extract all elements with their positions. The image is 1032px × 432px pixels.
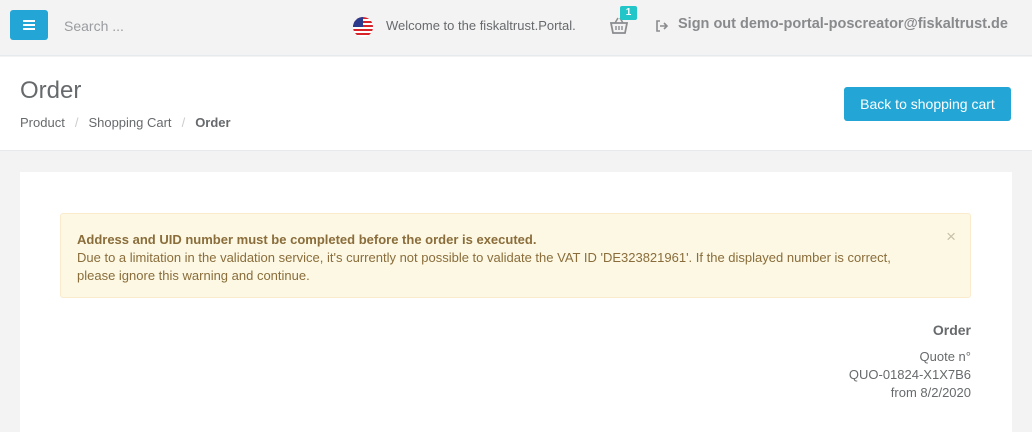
quote-number: QUO-01824-X1X7B6 [848, 367, 971, 382]
page-title: Order [20, 77, 82, 104]
menu-toggle-button[interactable] [10, 10, 48, 40]
breadcrumb-product[interactable]: Product [20, 115, 65, 130]
back-to-cart-button[interactable]: Back to shopping cart [844, 87, 1011, 121]
page-heading: Order Product / Shopping Cart / Order Back t… [0, 57, 1032, 151]
order-card: Address and UID number must be completed… [20, 172, 1012, 432]
search-input[interactable] [56, 14, 286, 38]
top-navbar: Welcome to the fiskaltrust.Portal. 1 Sig… [0, 0, 1032, 56]
breadcrumb-current: Order [195, 115, 231, 130]
us-flag-icon [353, 17, 373, 37]
sign-out-icon [655, 19, 669, 33]
alert-title: Address and UID number must be completed… [77, 232, 537, 247]
order-heading: Order [932, 322, 971, 338]
close-icon[interactable]: × [946, 228, 956, 245]
breadcrumb-shopping-cart[interactable]: Shopping Cart [88, 115, 171, 130]
order-info: Order Quote n° QUO-01824-X1X7B6 from 8/2… [849, 322, 971, 402]
sign-out-link[interactable]: Sign out demo-portal-poscreator@fiskaltr… [678, 16, 1008, 32]
warning-alert: Address and UID number must be completed… [60, 213, 971, 298]
alert-message: Due to a limitation in the validation se… [77, 250, 891, 283]
welcome-message: Welcome to the fiskaltrust.Portal. [386, 18, 576, 33]
cart-count-badge: 1 [620, 6, 637, 20]
breadcrumb: Product / Shopping Cart / Order [20, 115, 231, 130]
quote-date: from 8/2/2020 [890, 385, 971, 400]
quote-label: Quote n° [919, 349, 971, 364]
